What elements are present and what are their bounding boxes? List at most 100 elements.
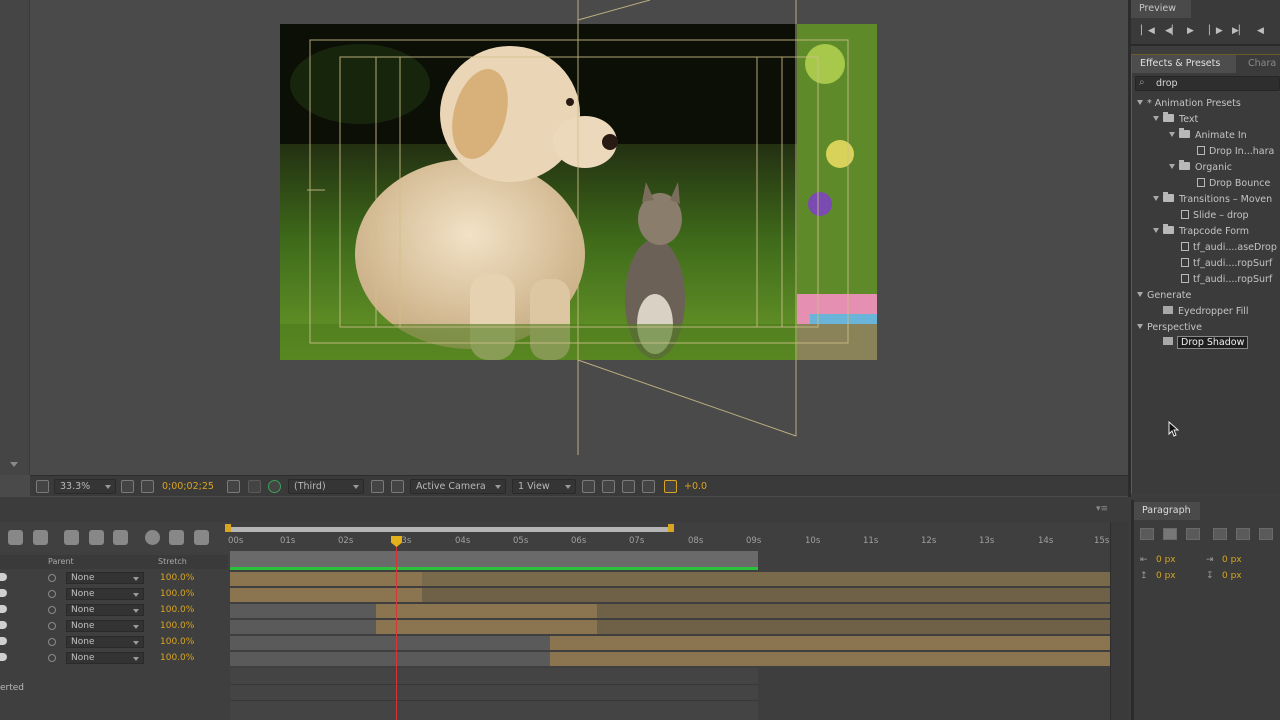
flowchart-view-icon[interactable] xyxy=(642,480,655,493)
always-preview-icon[interactable] xyxy=(36,480,49,493)
stretch-value[interactable]: 100.0% xyxy=(160,636,194,648)
pick-whip-icon[interactable] xyxy=(48,638,56,646)
pick-whip-icon[interactable] xyxy=(48,590,56,598)
first-frame-icon[interactable]: ▏◀ xyxy=(1141,26,1155,36)
hide-shy-layers-icon[interactable] xyxy=(89,530,104,545)
visibility-eye-icon[interactable] xyxy=(0,653,7,661)
layer-row[interactable]: None 100.0% xyxy=(0,602,228,618)
views-dropdown[interactable]: 1 View xyxy=(512,479,576,494)
space-before-value[interactable]: 0 px xyxy=(1156,571,1176,581)
visibility-eye-icon[interactable] xyxy=(0,621,7,629)
tree-item-trapcode-form[interactable]: Trapcode Form xyxy=(1153,224,1249,239)
fast-previews-icon[interactable] xyxy=(371,480,384,493)
tree-item-text[interactable]: Text xyxy=(1153,112,1198,127)
stretch-value[interactable]: 100.0% xyxy=(160,620,194,632)
graph-editor-icon[interactable] xyxy=(194,530,209,545)
stretch-value[interactable]: 100.0% xyxy=(160,588,194,600)
stretch-value[interactable]: 100.0% xyxy=(160,604,194,616)
tree-item-drop-in[interactable]: Drop In...hara xyxy=(1197,144,1274,159)
camera-dropdown[interactable]: Active Camera xyxy=(410,479,506,494)
frame-blending-icon[interactable] xyxy=(113,530,128,545)
space-after-value[interactable]: 0 px xyxy=(1222,571,1242,581)
layer-duration-bar[interactable] xyxy=(597,604,1110,618)
layer-duration-bar[interactable] xyxy=(422,588,1110,602)
flowchart-icon[interactable] xyxy=(602,480,615,493)
justify-last-center-icon[interactable] xyxy=(1236,528,1250,540)
pick-whip-icon[interactable] xyxy=(48,574,56,582)
audio-icon[interactable]: ◀ xyxy=(1257,26,1264,36)
justify-last-right-icon[interactable] xyxy=(1259,528,1273,540)
motion-blur-icon[interactable] xyxy=(145,530,160,545)
layer-duration-bar[interactable] xyxy=(550,636,1110,650)
stretch-value[interactable]: 100.0% xyxy=(160,652,194,664)
indent-right-value[interactable]: 0 px xyxy=(1222,555,1242,565)
pick-whip-icon[interactable] xyxy=(48,622,56,630)
parent-dropdown[interactable]: None xyxy=(66,636,144,648)
tree-item-drop-shadow[interactable]: Drop Shadow xyxy=(1163,335,1249,350)
tree-item-animation-presets[interactable]: * Animation Presets xyxy=(1137,96,1241,111)
tree-item-generate[interactable]: Generate xyxy=(1137,288,1191,303)
visibility-eye-icon[interactable] xyxy=(0,637,7,645)
tab-preview[interactable]: Preview xyxy=(1131,0,1191,18)
toggle-pixel-aspect-icon[interactable] xyxy=(582,480,595,493)
last-frame-icon[interactable]: ▶▏ xyxy=(1232,26,1246,36)
tree-item-drop-bounce[interactable]: Drop Bounce xyxy=(1197,176,1270,191)
layer-row[interactable]: None 100.0% xyxy=(0,570,228,586)
stretch-column-header[interactable]: Stretch xyxy=(158,557,187,566)
prev-frame-icon[interactable]: ◀▏ xyxy=(1165,26,1179,36)
zoom-dropdown[interactable]: 33.3% xyxy=(54,479,116,494)
next-frame-icon[interactable]: ▏▶ xyxy=(1209,26,1223,36)
layer-duration-bar[interactable] xyxy=(230,572,422,586)
layer-row[interactable]: None 100.0% xyxy=(0,618,228,634)
resolution-icon[interactable] xyxy=(121,480,134,493)
parent-dropdown[interactable]: None xyxy=(66,572,144,584)
layer-row[interactable]: None 100.0% xyxy=(0,634,228,650)
region-of-interest-icon[interactable] xyxy=(141,480,154,493)
layer-duration-bar[interactable] xyxy=(376,604,597,618)
scroll-down-arrow-icon[interactable] xyxy=(10,462,18,467)
timeline-scrollbar[interactable] xyxy=(1110,522,1128,720)
layer-duration-bar[interactable] xyxy=(597,620,1110,634)
justify-last-left-icon[interactable] xyxy=(1213,528,1227,540)
pick-whip-icon[interactable] xyxy=(48,654,56,662)
parent-dropdown[interactable]: None xyxy=(66,620,144,632)
stretch-value[interactable]: 100.0% xyxy=(160,572,194,584)
parent-dropdown[interactable]: None xyxy=(66,604,144,616)
visibility-eye-icon[interactable] xyxy=(0,605,7,613)
draft-3d-icon[interactable] xyxy=(64,530,79,545)
layer-row[interactable]: None 100.0% xyxy=(0,586,228,602)
layer-duration-bar[interactable] xyxy=(230,588,422,602)
align-center-icon[interactable] xyxy=(1163,528,1177,540)
parent-dropdown[interactable]: None xyxy=(66,588,144,600)
tree-item-tf-audio-2[interactable]: tf_audi....ropSurf xyxy=(1181,256,1272,271)
show-snapshot-icon[interactable] xyxy=(248,480,261,493)
tab-paragraph[interactable]: Paragraph xyxy=(1134,502,1200,520)
view-layout-dropdown[interactable]: (Third) xyxy=(288,479,364,494)
visibility-eye-icon[interactable] xyxy=(0,589,7,597)
layer-duration-bar[interactable] xyxy=(550,652,1110,666)
tree-item-perspective[interactable]: Perspective xyxy=(1137,320,1202,335)
exposure-icon[interactable] xyxy=(664,480,677,493)
color-channel-icon[interactable] xyxy=(268,480,281,493)
current-time-indicator[interactable] xyxy=(396,537,397,720)
tree-item-animate-in[interactable]: Animate In xyxy=(1169,128,1247,143)
tree-item-tf-audio-1[interactable]: tf_audi....aseDrop xyxy=(1181,240,1277,255)
live-update-icon[interactable] xyxy=(33,530,48,545)
timeline-icon[interactable] xyxy=(622,480,635,493)
exposure-value[interactable]: +0.0 xyxy=(684,479,707,494)
brainstorm-icon[interactable] xyxy=(169,530,184,545)
comp-mini-flowchart-icon[interactable] xyxy=(8,530,23,545)
tree-item-slide-drop[interactable]: Slide – drop xyxy=(1181,208,1249,223)
current-time[interactable]: 0;00;02;25 xyxy=(162,479,214,494)
pick-whip-icon[interactable] xyxy=(48,606,56,614)
tab-effects-presets[interactable]: Effects & Presets xyxy=(1132,55,1236,73)
play-icon[interactable]: ▶ xyxy=(1187,26,1194,36)
tab-character[interactable]: Chara xyxy=(1240,55,1280,73)
align-left-icon[interactable] xyxy=(1140,528,1154,540)
visibility-eye-icon[interactable] xyxy=(0,573,7,581)
parent-column-header[interactable]: Parent xyxy=(48,557,74,566)
tree-item-transitions[interactable]: Transitions – Moven xyxy=(1153,192,1272,207)
align-right-icon[interactable] xyxy=(1186,528,1200,540)
parent-dropdown[interactable]: None xyxy=(66,652,144,664)
indent-left-value[interactable]: 0 px xyxy=(1156,555,1176,565)
